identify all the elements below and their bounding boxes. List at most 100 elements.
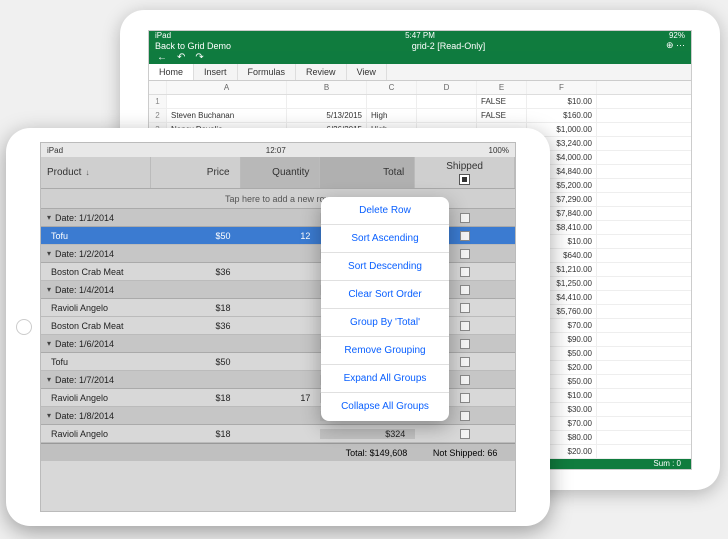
sum-label: Sum : 0	[653, 459, 681, 468]
checkbox-icon[interactable]	[460, 249, 470, 259]
ribbon-tab[interactable]: Formulas	[238, 64, 297, 80]
cell-price[interactable]: $18	[151, 429, 241, 439]
cell-qty[interactable]: 12	[241, 231, 321, 241]
cell-product[interactable]: Ravioli Angelo	[41, 393, 151, 403]
checkbox-icon[interactable]	[460, 321, 470, 331]
cell[interactable]: High	[367, 109, 417, 122]
cell[interactable]: 5/13/2015	[287, 109, 367, 122]
row-number[interactable]: 2	[149, 109, 167, 122]
tristate-checkbox-icon[interactable]	[459, 174, 470, 185]
col-letter[interactable]	[149, 81, 167, 94]
group-label: Date: 1/8/2014	[55, 411, 114, 421]
col-letter[interactable]: E	[477, 81, 527, 94]
cell-product[interactable]: Boston Crab Meat	[41, 321, 151, 331]
checkbox-icon[interactable]	[460, 375, 470, 385]
checkbox-icon[interactable]	[460, 267, 470, 277]
checkbox-icon[interactable]	[460, 339, 470, 349]
col-letter[interactable]: B	[287, 81, 367, 94]
cell[interactable]	[287, 95, 367, 108]
ribbon-tab[interactable]: Review	[296, 64, 347, 80]
cell-product[interactable]: Ravioli Angelo	[41, 429, 151, 439]
cell-product[interactable]: Tofu	[41, 357, 151, 367]
context-menu-item[interactable]: Clear Sort Order	[321, 281, 449, 309]
cell-price[interactable]: $50	[151, 231, 241, 241]
data-row[interactable]: Ravioli Angelo$18 $324	[41, 425, 515, 443]
group-label: Date: 1/4/2014	[55, 285, 114, 295]
cell-product[interactable]: Boston Crab Meat	[41, 267, 151, 277]
context-menu-item[interactable]: Sort Ascending	[321, 225, 449, 253]
cell[interactable]: $10.00	[527, 95, 597, 108]
doc-title: grid-2 [Read-Only]	[412, 41, 486, 51]
cell[interactable]	[417, 95, 477, 108]
cell-price[interactable]: $36	[151, 321, 241, 331]
context-menu-item[interactable]: Sort Descending	[321, 253, 449, 281]
undo-icon[interactable]: ↶	[177, 52, 185, 63]
row-number[interactable]: 1	[149, 95, 167, 108]
col-header-total[interactable]: Total	[320, 157, 415, 188]
checkbox-icon[interactable]	[460, 303, 470, 313]
excel-row[interactable]: 1 FALSE$10.00	[149, 95, 691, 109]
excel-column-headers: ABCDEF	[149, 81, 691, 95]
chevron-down-icon: ▾	[47, 249, 51, 258]
datagrid-app: iPad 12:07 100% Product ↓ Price Quantity…	[40, 142, 516, 512]
cell-qty[interactable]: 17	[241, 393, 321, 403]
ribbon-tab[interactable]: Home	[149, 64, 194, 80]
footer-total: Total: $149,608	[320, 448, 415, 458]
ios-statusbar: iPad 12:07 100%	[41, 143, 515, 157]
col-letter[interactable]: D	[417, 81, 477, 94]
back-link[interactable]: Back to Grid Demo	[155, 41, 231, 51]
cell-shipped[interactable]	[415, 429, 515, 439]
cell[interactable]: FALSE	[477, 95, 527, 108]
cell[interactable]: Steven Buchanan	[167, 109, 287, 122]
col-label: Price	[207, 167, 230, 178]
arrow-left-icon[interactable]: ←	[157, 52, 167, 63]
excel-row[interactable]: 2Steven Buchanan5/13/2015High FALSE$160.0…	[149, 109, 691, 123]
ribbon-tab[interactable]: Insert	[194, 64, 238, 80]
context-menu-item[interactable]: Remove Grouping	[321, 337, 449, 365]
col-letter[interactable]: F	[527, 81, 597, 94]
cell[interactable]	[417, 109, 477, 122]
col-header-product[interactable]: Product ↓	[41, 157, 151, 188]
home-button-icon[interactable]	[16, 319, 32, 335]
context-menu-item[interactable]: Expand All Groups	[321, 365, 449, 393]
checkbox-icon[interactable]	[460, 429, 470, 439]
checkbox-icon[interactable]	[460, 393, 470, 403]
statusbar-left: iPad	[47, 146, 63, 155]
chevron-down-icon: ▾	[47, 285, 51, 294]
checkbox-icon[interactable]	[460, 411, 470, 421]
cell[interactable]: $160.00	[527, 109, 597, 122]
chevron-down-icon: ▾	[47, 213, 51, 222]
ribbon-tab[interactable]: View	[347, 64, 387, 80]
cell-price[interactable]: $18	[151, 303, 241, 313]
cell-price[interactable]: $18	[151, 393, 241, 403]
cell-price[interactable]: $36	[151, 267, 241, 277]
cell-product[interactable]: Ravioli Angelo	[41, 303, 151, 313]
col-header-quantity[interactable]: Quantity	[241, 157, 321, 188]
cell[interactable]	[167, 95, 287, 108]
sort-arrow-icon: ↓	[85, 168, 89, 177]
checkbox-icon[interactable]	[460, 213, 470, 223]
checkbox-icon[interactable]	[460, 357, 470, 367]
col-label: Product	[47, 167, 81, 178]
cell-total[interactable]: $324	[320, 429, 415, 439]
statusbar-battery: 92%	[669, 31, 685, 40]
col-label: Quantity	[272, 167, 309, 178]
redo-icon[interactable]: ↷	[195, 52, 203, 63]
cell-product[interactable]: Tofu	[41, 231, 151, 241]
context-menu-item[interactable]: Delete Row	[321, 197, 449, 225]
context-menu-item[interactable]: Group By 'Total'	[321, 309, 449, 337]
cell[interactable]: FALSE	[477, 109, 527, 122]
grid-tablet-device: iPad 12:07 100% Product ↓ Price Quantity…	[6, 128, 550, 526]
col-label: Shipped	[446, 161, 483, 172]
cell[interactable]	[367, 95, 417, 108]
checkbox-icon[interactable]	[460, 231, 470, 241]
statusbar-battery: 100%	[489, 146, 509, 155]
col-letter[interactable]: C	[367, 81, 417, 94]
col-header-shipped[interactable]: Shipped	[415, 157, 515, 188]
context-menu-item[interactable]: Collapse All Groups	[321, 393, 449, 421]
cell-price[interactable]: $50	[151, 357, 241, 367]
checkbox-icon[interactable]	[460, 285, 470, 295]
group-label: Date: 1/7/2014	[55, 375, 114, 385]
col-letter[interactable]: A	[167, 81, 287, 94]
col-header-price[interactable]: Price	[151, 157, 241, 188]
